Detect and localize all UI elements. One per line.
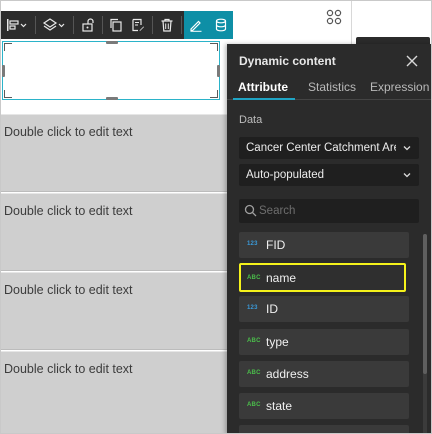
text-placeholder: Double click to edit text <box>4 204 133 218</box>
text-element[interactable]: Double click to edit text <box>1 272 233 350</box>
panel-title: Dynamic content <box>239 54 336 68</box>
data-source-select[interactable]: Cancer Center Catchment Are... <box>239 137 419 159</box>
selected-text-element[interactable] <box>2 41 220 100</box>
dynamic-content-icon[interactable] <box>208 11 234 39</box>
resize-handle-right[interactable] <box>217 65 220 77</box>
resize-handle-bottom[interactable] <box>106 97 118 100</box>
chevron-down-icon <box>403 146 411 151</box>
field-item-selected[interactable]: ABC name <box>239 263 406 292</box>
active-tab-indicator <box>233 98 295 100</box>
toolbar-divider <box>101 16 103 34</box>
populate-mode-value: Auto-populated <box>246 169 325 181</box>
resize-handle-top-right[interactable] <box>210 43 218 51</box>
edit-icon[interactable] <box>183 11 209 39</box>
grid-view-icon[interactable] <box>326 9 342 25</box>
field-item[interactable]: ABC address <box>239 361 409 387</box>
string-type-icon: ABC <box>247 370 261 376</box>
panel-tabs: Attribute Statistics Expression <box>227 76 431 100</box>
search-input[interactable] <box>259 199 414 223</box>
field-search <box>239 199 419 223</box>
element-toolbar <box>1 11 234 39</box>
fields-scrollbar[interactable] <box>423 234 427 433</box>
data-source-value: Cancer Center Catchment Are... <box>246 142 396 154</box>
field-name: state <box>266 399 293 413</box>
close-icon[interactable] <box>405 54 419 68</box>
text-element[interactable]: Double click to edit text <box>1 114 233 192</box>
tab-expression[interactable]: Expression <box>370 80 429 94</box>
toolbar-divider <box>180 16 182 34</box>
text-placeholder: Double click to edit text <box>4 362 133 376</box>
field-item[interactable]: ABC type <box>239 329 409 355</box>
dynamic-content-panel: Dynamic content Attribute Statistics Exp… <box>227 44 431 433</box>
tab-attribute[interactable]: Attribute <box>238 80 288 94</box>
string-type-icon: ABC <box>247 338 261 344</box>
align-icon[interactable] <box>1 11 33 39</box>
field-item[interactable]: 123 FID <box>239 232 409 258</box>
unlock-icon[interactable] <box>76 11 100 39</box>
save-template-icon[interactable] <box>126 11 150 39</box>
resize-handle-bottom-right[interactable] <box>210 90 218 98</box>
string-type-icon: ABC <box>247 402 261 408</box>
string-type-icon: ABC <box>247 275 261 281</box>
number-type-icon: 123 <box>247 241 258 247</box>
field-name: ID <box>266 302 278 316</box>
field-item[interactable]: ABC state <box>239 393 409 419</box>
field-item-partial[interactable] <box>239 425 409 433</box>
resize-handle-bottom-left[interactable] <box>4 90 12 98</box>
field-name: name <box>266 271 297 285</box>
text-element[interactable]: Double click to edit text <box>1 351 233 433</box>
field-item[interactable]: 123 ID <box>239 296 409 322</box>
resize-handle-top-left[interactable] <box>4 43 12 51</box>
app-frame: Double click to edit text Double click t… <box>0 0 432 434</box>
chevron-down-icon <box>403 173 411 178</box>
scrollbar-thumb[interactable] <box>423 234 427 374</box>
layers-icon[interactable] <box>38 11 72 39</box>
toolbar-divider <box>73 16 75 34</box>
field-name: FID <box>266 238 286 252</box>
text-placeholder: Double click to edit text <box>4 125 133 139</box>
number-type-icon: 123 <box>247 305 258 311</box>
search-icon <box>244 204 257 217</box>
field-name: address <box>266 367 309 381</box>
text-element[interactable]: Double click to edit text <box>1 193 233 271</box>
delete-icon[interactable] <box>155 11 179 39</box>
resize-handle-left[interactable] <box>2 65 5 77</box>
populate-mode-select[interactable]: Auto-populated <box>239 164 419 186</box>
field-name: type <box>266 335 289 349</box>
tab-statistics[interactable]: Statistics <box>308 80 356 94</box>
toolbar-divider <box>34 16 36 34</box>
copy-icon[interactable] <box>105 11 127 39</box>
resize-handle-top[interactable] <box>106 41 118 44</box>
text-placeholder: Double click to edit text <box>4 283 133 297</box>
toolbar-divider <box>152 16 154 34</box>
data-section-label: Data <box>239 114 263 126</box>
